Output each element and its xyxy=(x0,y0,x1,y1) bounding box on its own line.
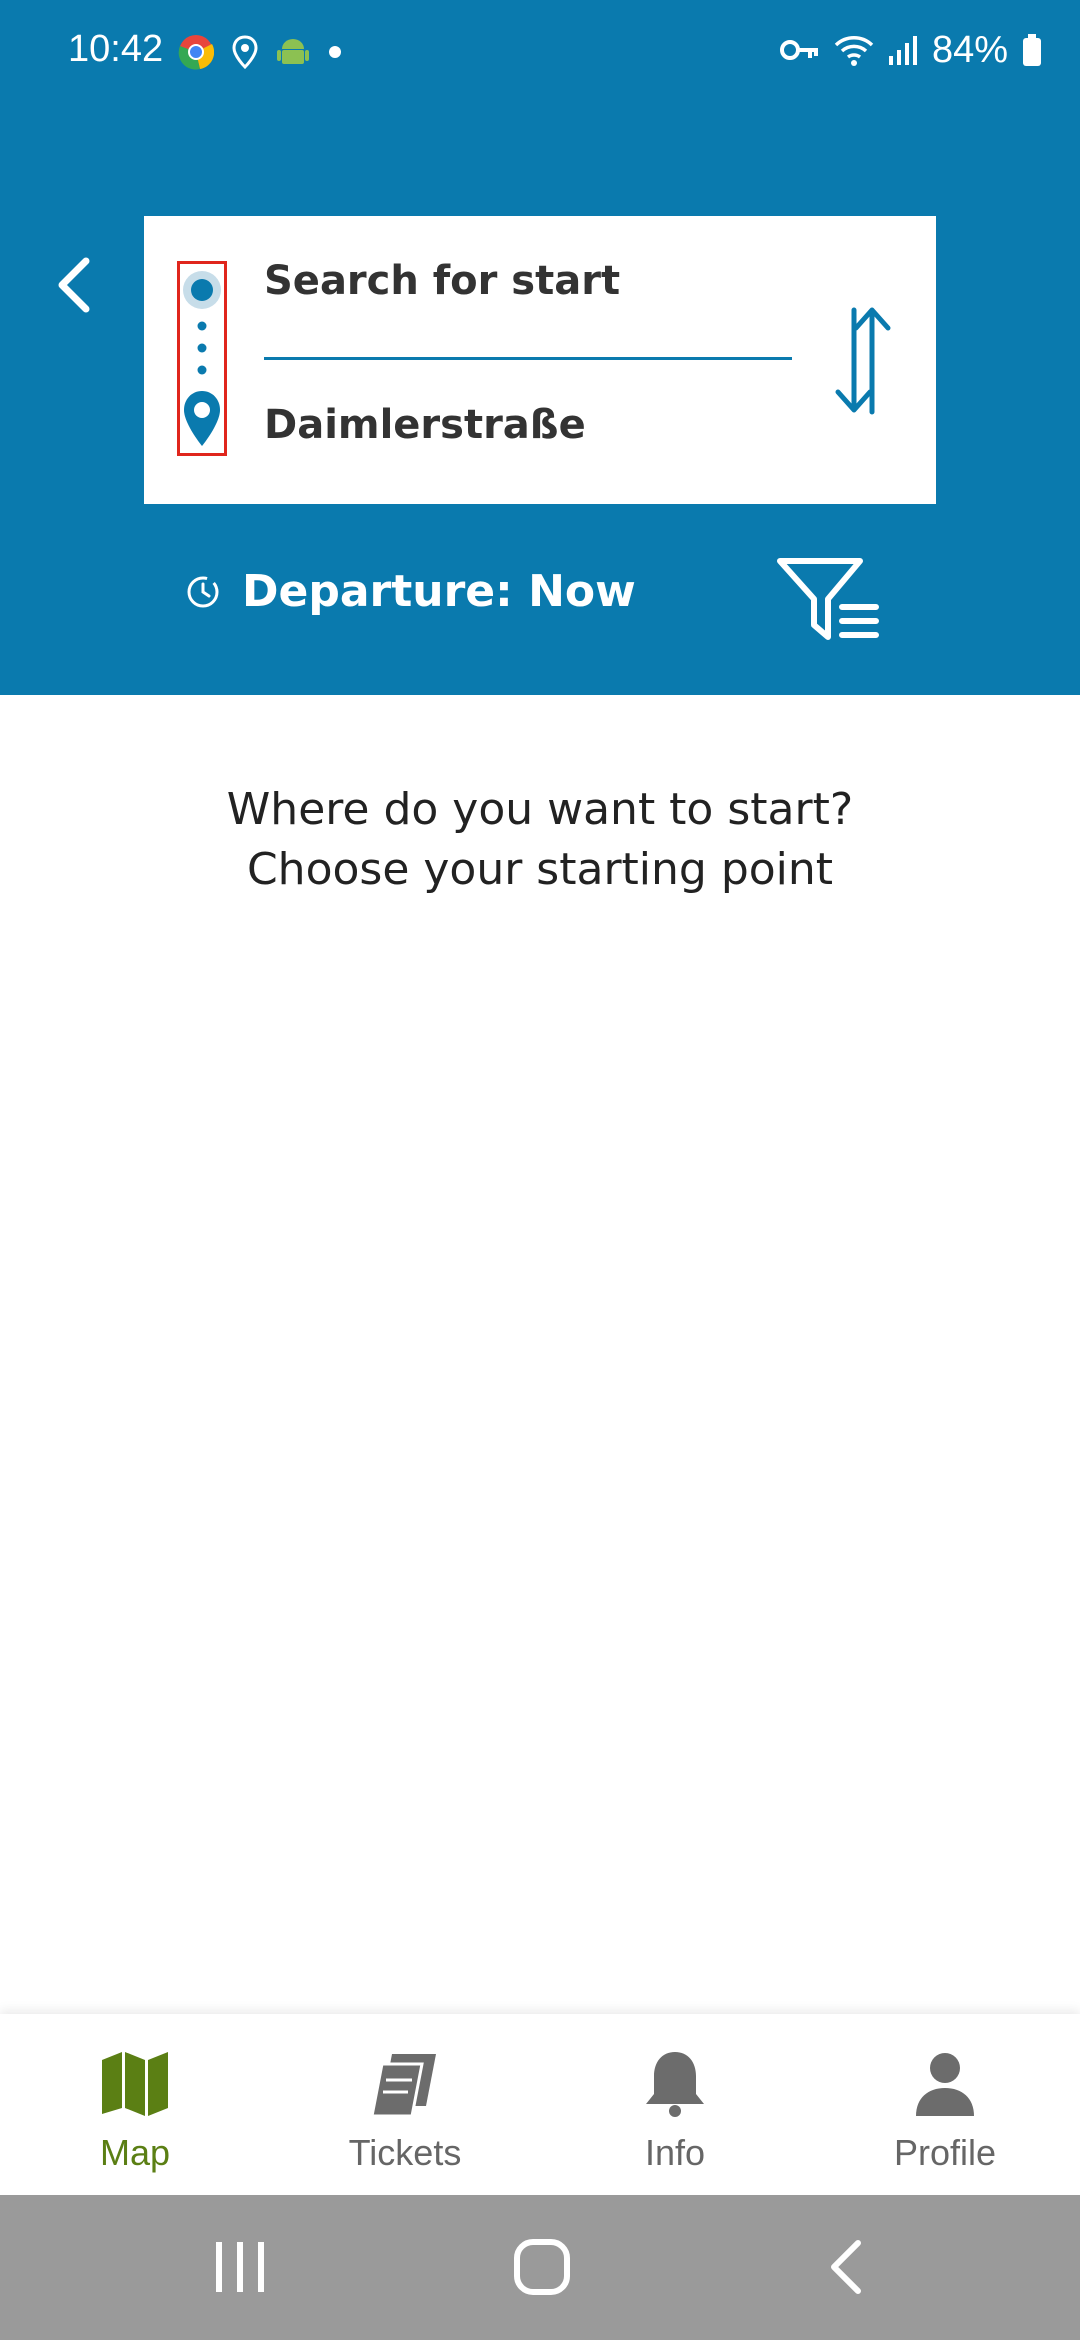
nav-label-tickets: Tickets xyxy=(348,2132,462,2173)
nav-label-map: Map xyxy=(99,2132,171,2173)
battery-percent: 84% xyxy=(931,28,1008,71)
departure-label: Departure: Now xyxy=(242,566,636,617)
back-chevron-icon[interactable] xyxy=(50,255,100,315)
bell-icon xyxy=(646,2052,704,2117)
home-icon[interactable] xyxy=(512,2237,572,2297)
location-icon xyxy=(232,35,258,69)
field-divider xyxy=(264,357,792,360)
battery-icon xyxy=(1023,34,1041,66)
nav-item-tickets[interactable]: Tickets xyxy=(270,2014,540,2195)
route-dots-icon xyxy=(183,271,221,446)
app-header: 10:42 84% Search for start Daimlerstraße… xyxy=(0,0,1080,695)
profile-icon xyxy=(916,2053,974,2116)
status-time: 10:42 xyxy=(68,28,164,70)
signal-icon xyxy=(888,36,917,65)
chrome-icon xyxy=(178,35,214,70)
recent-apps-icon[interactable] xyxy=(212,2240,268,2294)
wifi-icon xyxy=(834,36,874,66)
start-prompt: Where do you want to start? Choose your … xyxy=(0,780,1080,900)
map-icon xyxy=(102,2052,168,2116)
nav-item-profile[interactable]: Profile xyxy=(810,2014,1080,2195)
filter-icon[interactable] xyxy=(776,555,886,645)
system-navigation-bar xyxy=(0,2195,1080,2340)
prompt-title: Where do you want to start? xyxy=(226,784,854,835)
status-bar: 10:42 84% xyxy=(0,0,1080,100)
nav-item-info[interactable]: Info xyxy=(540,2014,810,2195)
destination-input[interactable]: Daimlerstraße xyxy=(264,402,794,448)
prompt-subtitle: Choose your starting point xyxy=(246,844,834,895)
departure-time-button[interactable]: Departure: Now xyxy=(186,566,636,617)
bottom-navigation: Map Tickets Info Profile xyxy=(0,2014,1080,2195)
nav-label-info: Info xyxy=(644,2132,706,2173)
vpn-key-icon xyxy=(779,40,818,60)
nav-item-map[interactable]: Map xyxy=(0,2014,270,2195)
android-icon xyxy=(277,39,309,64)
nav-label-profile: Profile xyxy=(893,2132,997,2173)
swap-arrows-icon[interactable] xyxy=(826,300,902,420)
clock-icon xyxy=(187,576,219,607)
route-marker xyxy=(177,261,227,456)
tickets-icon xyxy=(370,2054,436,2118)
system-back-icon[interactable] xyxy=(826,2237,866,2297)
start-search-input[interactable]: Search for start xyxy=(264,258,794,304)
dot-icon xyxy=(329,46,341,58)
